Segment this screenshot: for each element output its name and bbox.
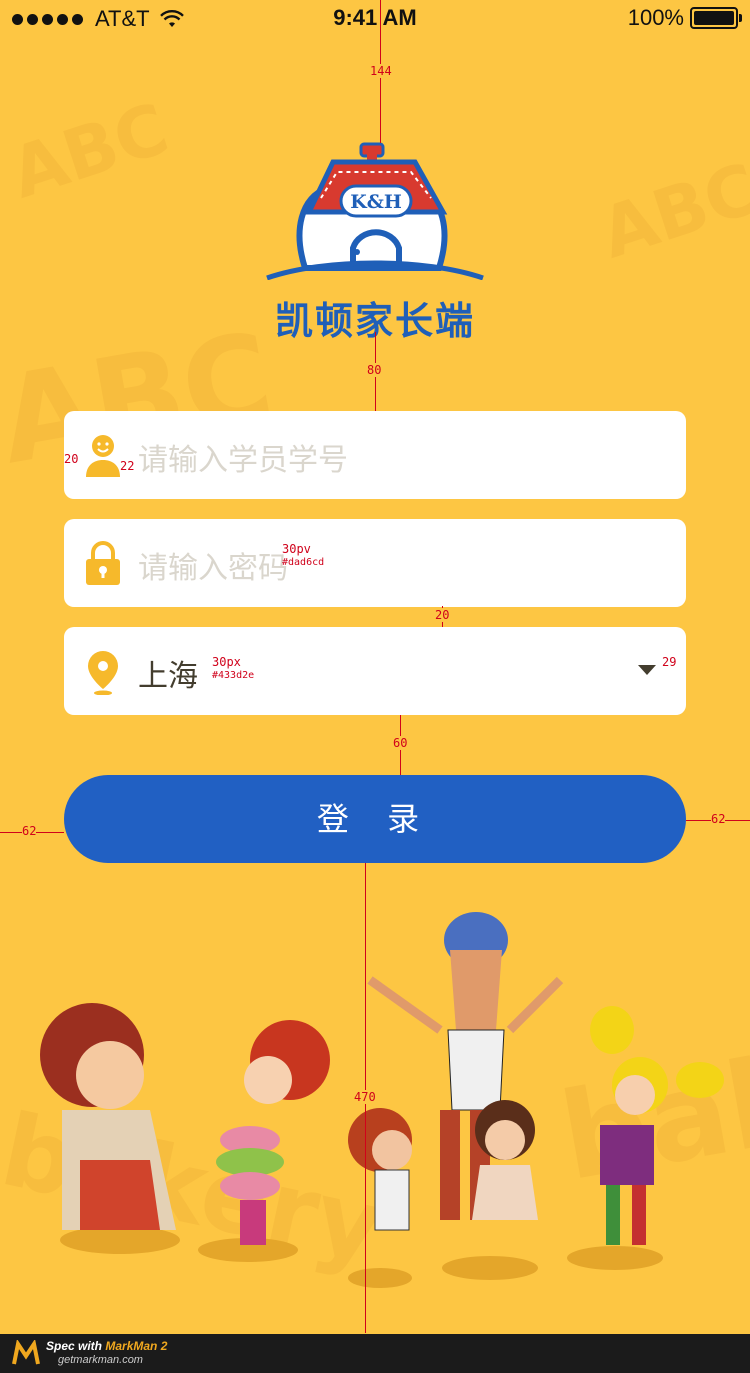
dropdown-caret-icon[interactable]	[638, 665, 656, 675]
battery-icon	[690, 7, 742, 29]
login-button[interactable]: 登 录	[64, 775, 686, 863]
spec-label-62-left: 62	[22, 824, 37, 838]
battery-status: 100%	[627, 5, 742, 31]
spec-label-144: 144	[370, 64, 392, 78]
spec-label-30pv: 30pv	[282, 542, 311, 556]
spec-label-60: 60	[393, 736, 408, 750]
spec-label-color-dad6cd: #dad6cd	[282, 557, 325, 568]
logo-badge-text: K&H	[350, 191, 402, 213]
spec-label-20: 20	[64, 452, 79, 466]
cartoon-characters-illustration	[40, 912, 724, 1288]
spec-label-62-right: 62	[711, 812, 726, 826]
spec-label-470: 470	[354, 1090, 376, 1104]
bg-abc-letters: ABC	[591, 147, 750, 275]
spec-credit: Spec with MarkMan 2	[46, 1339, 168, 1353]
spec-label-color-433d2e: #433d2e	[212, 670, 255, 681]
spec-label-20-gap: 20	[435, 608, 450, 622]
kh-house-logo: K&H	[266, 142, 484, 280]
markman-footer: Spec with MarkMan 2 getmarkman.com	[0, 1334, 750, 1373]
spec-label-29: 29	[662, 655, 677, 669]
student-id-field[interactable]: 请输入学员学号	[64, 411, 686, 499]
markman-logo-icon	[12, 1340, 40, 1365]
student-id-input[interactable]: 请输入学员学号	[138, 435, 348, 479]
spec-label-30px: 30px	[212, 655, 241, 669]
city-value: 上海	[138, 659, 198, 694]
location-pin-icon	[88, 651, 118, 695]
battery-percent: 100%	[627, 5, 684, 30]
bg-abc-letters: ABC	[1, 87, 178, 215]
password-input[interactable]: 请输入密码	[138, 543, 288, 587]
spec-label-22: 22	[120, 459, 135, 473]
spec-label-80: 80	[367, 363, 382, 377]
city-select[interactable]: 上海	[64, 627, 686, 715]
password-field[interactable]: 请输入密码	[64, 519, 686, 607]
spec-site: getmarkman.com	[58, 1354, 143, 1366]
lock-icon	[86, 541, 120, 585]
user-icon	[86, 435, 120, 477]
status-bar: AT&T 9:41 AM 100%	[0, 0, 750, 36]
